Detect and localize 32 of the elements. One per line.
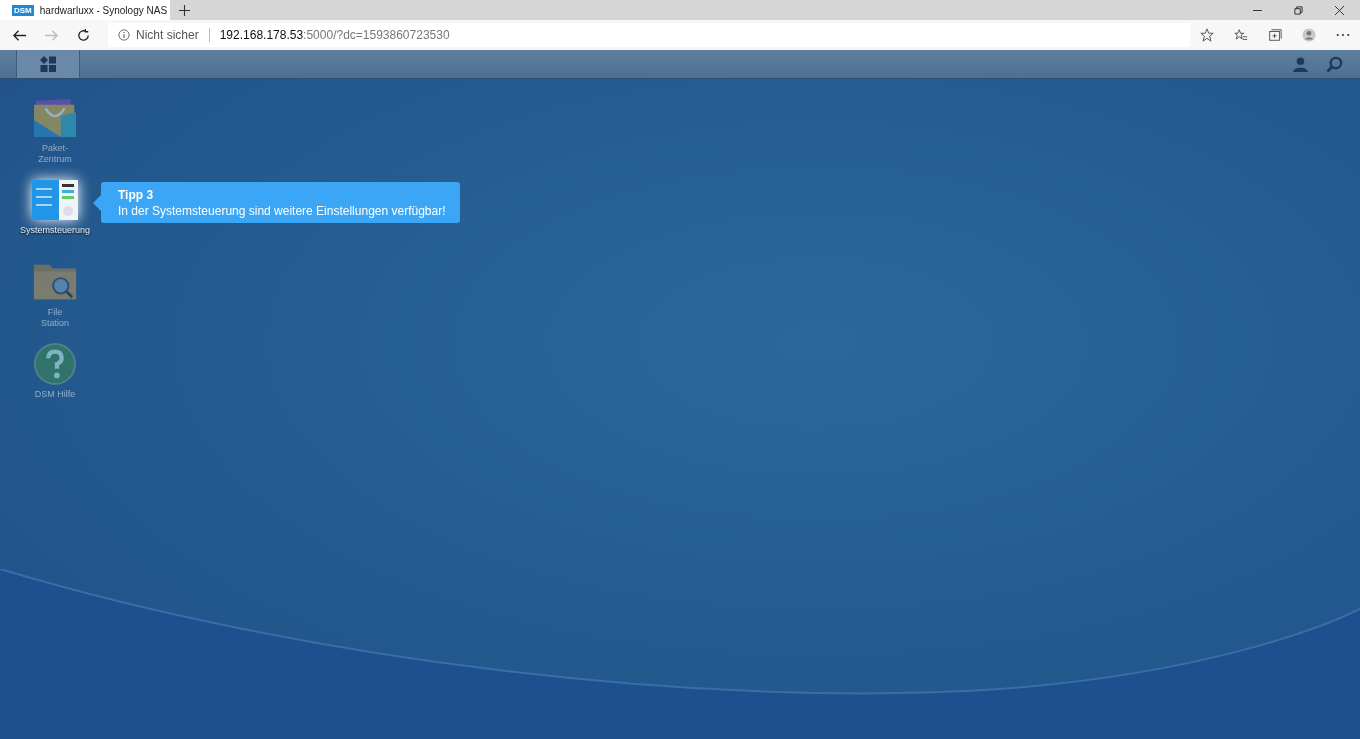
address-field[interactable]: Nicht sicher 192.168.178.53:5000/?dc=1593860723530	[108, 23, 1190, 47]
desktop-shortcut[interactable]: Systemsteuerung	[10, 179, 100, 253]
reload-icon[interactable]	[76, 27, 91, 43]
tab-title: hardwarluxx - Synology NAS	[39, 4, 168, 16]
restore-icon[interactable]	[1294, 5, 1303, 15]
desktop-shortcut[interactable]: Paket-Zentrum	[10, 97, 100, 171]
shortcut-label: File Station	[40, 307, 70, 329]
profile-icon[interactable]	[1302, 28, 1316, 42]
tip-text: In der Systemsteuerung sind weitere Einstellungen verfügbar!	[118, 203, 446, 219]
favicon-icon: DSM	[12, 4, 34, 16]
info-icon	[118, 29, 130, 41]
star-icon[interactable]	[1200, 28, 1214, 42]
close-icon[interactable]	[1335, 5, 1344, 15]
shortcut-label: Paket-Zentrum	[37, 143, 73, 165]
search-icon[interactable]	[1326, 55, 1343, 73]
main-menu-button[interactable]	[16, 50, 80, 78]
shortcut-label: DSM Hilfe	[33, 389, 77, 400]
tip-title: Tipp 3	[118, 187, 155, 203]
shortcut-label: Systemsteuerung	[19, 225, 90, 236]
desktop-shortcut[interactable]: File Station	[10, 261, 100, 335]
grid-icon	[40, 56, 56, 72]
help-icon	[32, 343, 78, 385]
browser-tab[interactable]: DSM hardwarluxx - Synology NAS	[0, 0, 170, 20]
new-tab-icon[interactable]	[179, 4, 190, 16]
user-icon[interactable]	[1292, 55, 1309, 73]
desktop-shortcut[interactable]: DSM Hilfe	[10, 343, 100, 417]
favorites-icon[interactable]	[1234, 28, 1248, 42]
collections-icon[interactable]	[1268, 28, 1282, 42]
security-label: Nicht sicher	[136, 28, 199, 42]
url-text: 192.168.178.53:5000/?dc=1593860723530	[219, 28, 450, 42]
control-panel-icon	[32, 179, 78, 221]
shopping-bag-icon	[32, 97, 78, 139]
